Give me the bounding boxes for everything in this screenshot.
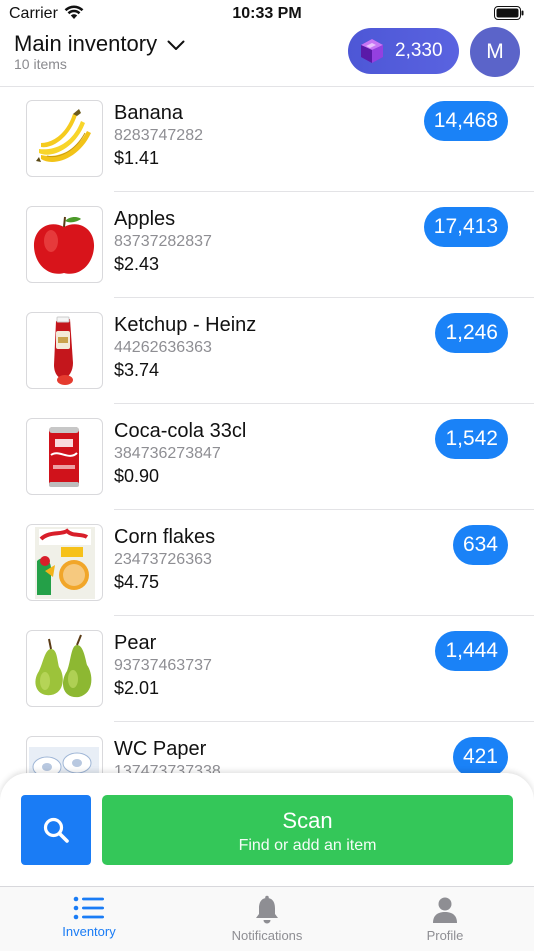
avatar[interactable]: M: [470, 27, 520, 77]
item-count: 10 items: [14, 56, 67, 72]
item-barcode: 93737463737: [114, 657, 212, 674]
item-barcode: 8283747282: [114, 127, 203, 144]
quantity-badge: 1,542: [435, 419, 508, 459]
apple-image: [33, 216, 95, 274]
inventory-list[interactable]: Banana 8283747282 $1.41 14,468 Apples 83…: [0, 86, 534, 776]
quantity-badge: 17,413: [423, 207, 508, 247]
toilet-paper-image: [29, 747, 99, 776]
item-barcode: 44262636363: [114, 339, 212, 356]
item-name: Banana: [114, 102, 183, 124]
ketchup-bottle-image: [54, 316, 73, 385]
item-thumbnail: [26, 312, 103, 389]
item-thumbnail: [26, 736, 103, 776]
pear-image: [35, 634, 92, 698]
tab-label: Notifications: [231, 928, 303, 943]
item-thumbnail: [26, 630, 103, 707]
clock: 10:33 PM: [232, 5, 302, 22]
search-icon: [43, 817, 69, 843]
scan-button-subtitle: Find or add an item: [238, 837, 377, 854]
item-price: $1.41: [114, 148, 160, 168]
list-item[interactable]: Pear 93737463737 $2.01 1,444: [0, 616, 534, 722]
item-price: $2.43: [114, 254, 160, 274]
item-price: $3.74: [114, 360, 160, 380]
chevron-down-icon: [167, 40, 185, 50]
item-name: Apples: [114, 208, 176, 230]
item-barcode: 384736273847: [114, 445, 221, 462]
inventory-header: Main inventory 10 items 2,330 M: [0, 24, 534, 87]
tab-label: Profile: [426, 928, 464, 943]
item-price: $2.01: [114, 678, 160, 698]
banana-image: [36, 109, 91, 162]
person-icon: [433, 897, 457, 923]
item-name: Ketchup - Heinz: [114, 314, 257, 336]
item-thumbnail: [26, 524, 103, 601]
list-item[interactable]: Apples 83737282837 $2.43 17,413: [0, 192, 534, 298]
tab-profile[interactable]: Profile: [356, 887, 534, 951]
tab-label: Inventory: [62, 924, 116, 939]
tab-inventory[interactable]: Inventory: [0, 887, 178, 951]
list-item[interactable]: Banana 8283747282 $1.41 14,468: [0, 86, 534, 192]
battery-icon: [494, 6, 524, 20]
item-name: WC Paper: [114, 738, 207, 760]
item-thumbnail: [26, 100, 103, 177]
quantity-badge: 421: [452, 737, 508, 776]
item-name: Corn flakes: [114, 526, 216, 548]
list-icon: [73, 896, 104, 920]
inventory-title: Main inventory: [14, 31, 158, 56]
scan-button-title: Scan: [282, 808, 333, 833]
item-barcode: 83737282837: [114, 233, 212, 250]
inventory-selector[interactable]: Main inventory: [14, 31, 185, 57]
item-price: $0.90: [114, 466, 160, 486]
list-item[interactable]: Ketchup - Heinz 44262636363 $3.74 1,246: [0, 298, 534, 404]
quantity-badge: 1,246: [435, 313, 508, 353]
item-name: Pear: [114, 632, 157, 654]
scan-button[interactable]: Scan Find or add an item: [102, 795, 513, 865]
tab-notifications[interactable]: Notifications: [178, 887, 356, 951]
tab-bar: Inventory Notifications Profile: [0, 886, 534, 951]
gem-count: 2,330: [395, 40, 443, 61]
item-barcode: 23473726363: [114, 551, 212, 568]
gem-icon: [361, 39, 383, 63]
cola-can-image: [49, 427, 79, 487]
quantity-badge: 634: [452, 525, 508, 565]
gem-balance-button[interactable]: 2,330: [348, 28, 459, 74]
item-price: $4.75: [114, 572, 160, 592]
list-item[interactable]: Coca-cola 33cl 384736273847 $0.90 1,542: [0, 404, 534, 510]
action-panel: Scan Find or add an item: [0, 773, 534, 887]
item-name: Coca-cola 33cl: [114, 420, 247, 442]
list-item[interactable]: WC Paper 137473737338 421: [0, 722, 534, 776]
list-item[interactable]: Corn flakes 23473726363 $4.75 634: [0, 510, 534, 616]
cereal-box-image: [35, 527, 95, 599]
quantity-badge: 1,444: [435, 631, 508, 671]
bell-icon: [256, 895, 278, 924]
item-thumbnail: [26, 418, 103, 495]
search-button[interactable]: [21, 795, 91, 865]
quantity-badge: 14,468: [423, 101, 508, 141]
item-thumbnail: [26, 206, 103, 283]
